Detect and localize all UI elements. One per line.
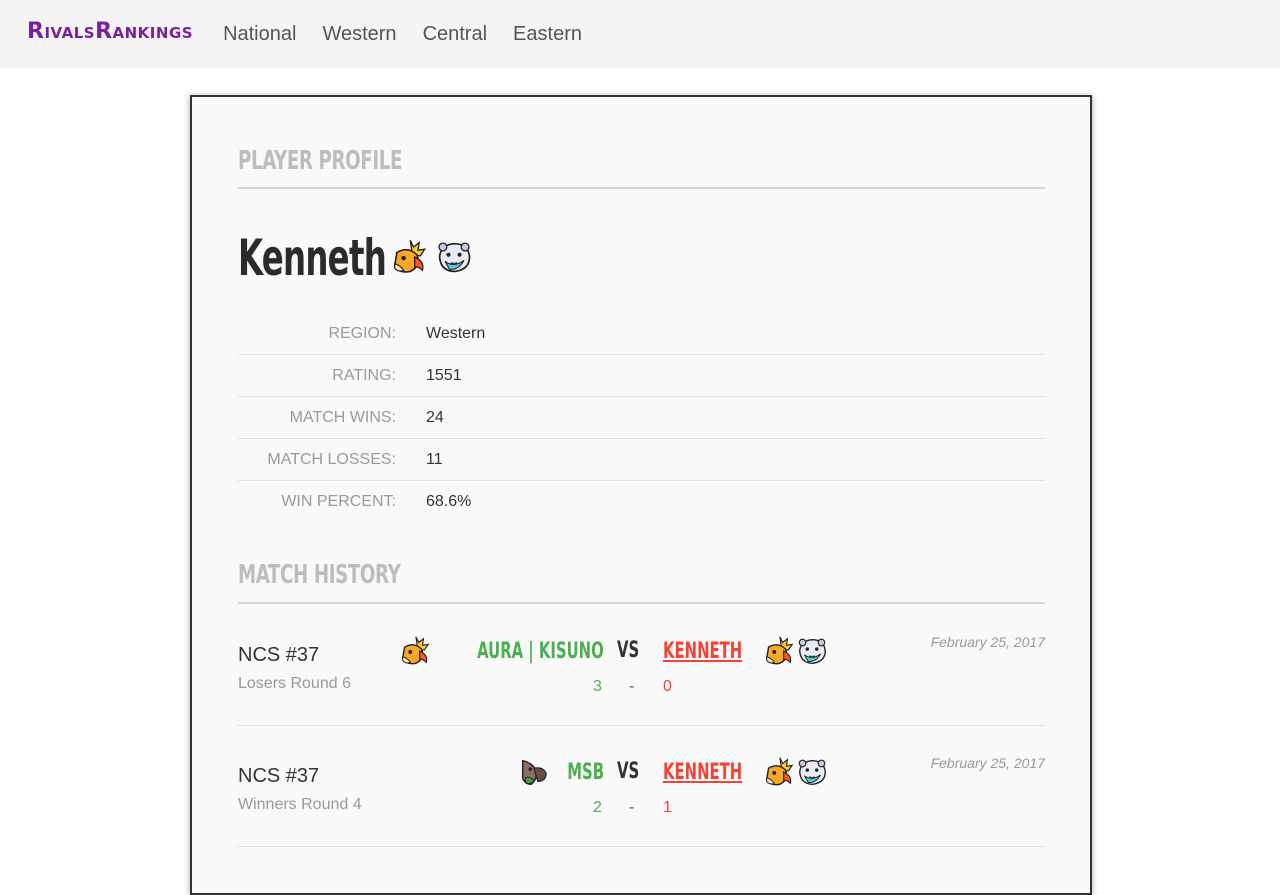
nav-link-eastern[interactable]: Eastern [513, 23, 582, 46]
stat-label: MATCH LOSSES: [267, 450, 396, 468]
match-player1: MSB [517, 755, 604, 789]
maypul-icon [517, 755, 551, 789]
match-player2: KENNETH [663, 755, 829, 789]
stat-label: WIN PERCENT: [281, 492, 396, 510]
match-row: NCS #37 Winners Round 4 MSB VS KENNETH 2… [238, 725, 1045, 847]
nav-link-western[interactable]: Western [322, 23, 396, 46]
nav-link-national[interactable]: National [223, 23, 296, 46]
player-name: Kenneth [238, 229, 387, 287]
top-navbar: RivalsRankings National Western Central … [0, 0, 1280, 68]
stat-row-match-losses: MATCH LOSSES: 11 [238, 439, 1045, 481]
stat-value: 24 [426, 408, 444, 426]
match-player2: KENNETH [663, 634, 829, 668]
match-row: NCS #37 Losers Round 6 AURA | KISUNO VS … [238, 604, 1045, 726]
player2-name[interactable]: KENNETH [663, 760, 742, 785]
vs-label: VS [617, 638, 640, 663]
etalus-icon [795, 634, 829, 668]
stat-row-region: REGION: Western [238, 313, 1045, 355]
stat-value: 11 [426, 450, 443, 468]
player2-name[interactable]: KENNETH [663, 639, 742, 664]
match-round: Losers Round 6 [238, 675, 351, 692]
etalus-icon [434, 237, 474, 277]
match-player1: AURA | KISUNO [397, 634, 604, 668]
player1-score: 3 [593, 678, 602, 695]
match-date: February 25, 2017 [930, 755, 1045, 771]
player1-score: 2 [593, 799, 602, 816]
zetterburn-icon [388, 237, 428, 277]
stat-label: MATCH WINS: [289, 408, 396, 426]
match-event[interactable]: NCS #37 [238, 644, 319, 667]
stat-value: Western [426, 324, 486, 342]
stat-row-match-wins: MATCH WINS: 24 [238, 397, 1045, 439]
match-round: Winners Round 4 [238, 796, 362, 813]
player1-name[interactable]: MSB [567, 760, 604, 785]
stat-value: 68.6% [426, 492, 472, 510]
player-profile-heading: Player Profile [238, 146, 403, 176]
zetterburn-icon [761, 634, 795, 668]
stat-row-rating: RATING: 1551 [238, 355, 1045, 397]
match-event[interactable]: NCS #37 [238, 765, 319, 788]
stat-row-win-percent: WIN PERCENT: 68.6% [238, 481, 1045, 522]
player-characters [388, 237, 474, 277]
stat-label: RATING: [332, 366, 396, 384]
score-dash: - [629, 799, 635, 816]
zetterburn-icon [761, 755, 795, 789]
player-stats: REGION: Western RATING: 1551 MATCH WINS:… [238, 313, 1045, 522]
player2-score: 1 [663, 799, 672, 816]
player-card: Player Profile Kenneth REGION: Western R… [190, 95, 1092, 895]
match-date: February 25, 2017 [930, 634, 1045, 650]
vs-label: VS [617, 759, 640, 784]
zetterburn-icon [397, 634, 431, 668]
etalus-icon [795, 755, 829, 789]
score-dash: - [629, 678, 635, 695]
nav-link-central[interactable]: Central [423, 23, 487, 46]
stat-value: 1551 [426, 366, 462, 384]
match-history-heading: Match History [238, 560, 401, 590]
player1-name[interactable]: AURA | KISUNO [477, 639, 604, 664]
brand-logo[interactable]: RivalsRankings [27, 19, 193, 44]
stat-label: REGION: [328, 324, 396, 342]
player2-score: 0 [663, 678, 672, 695]
divider [238, 187, 1045, 189]
